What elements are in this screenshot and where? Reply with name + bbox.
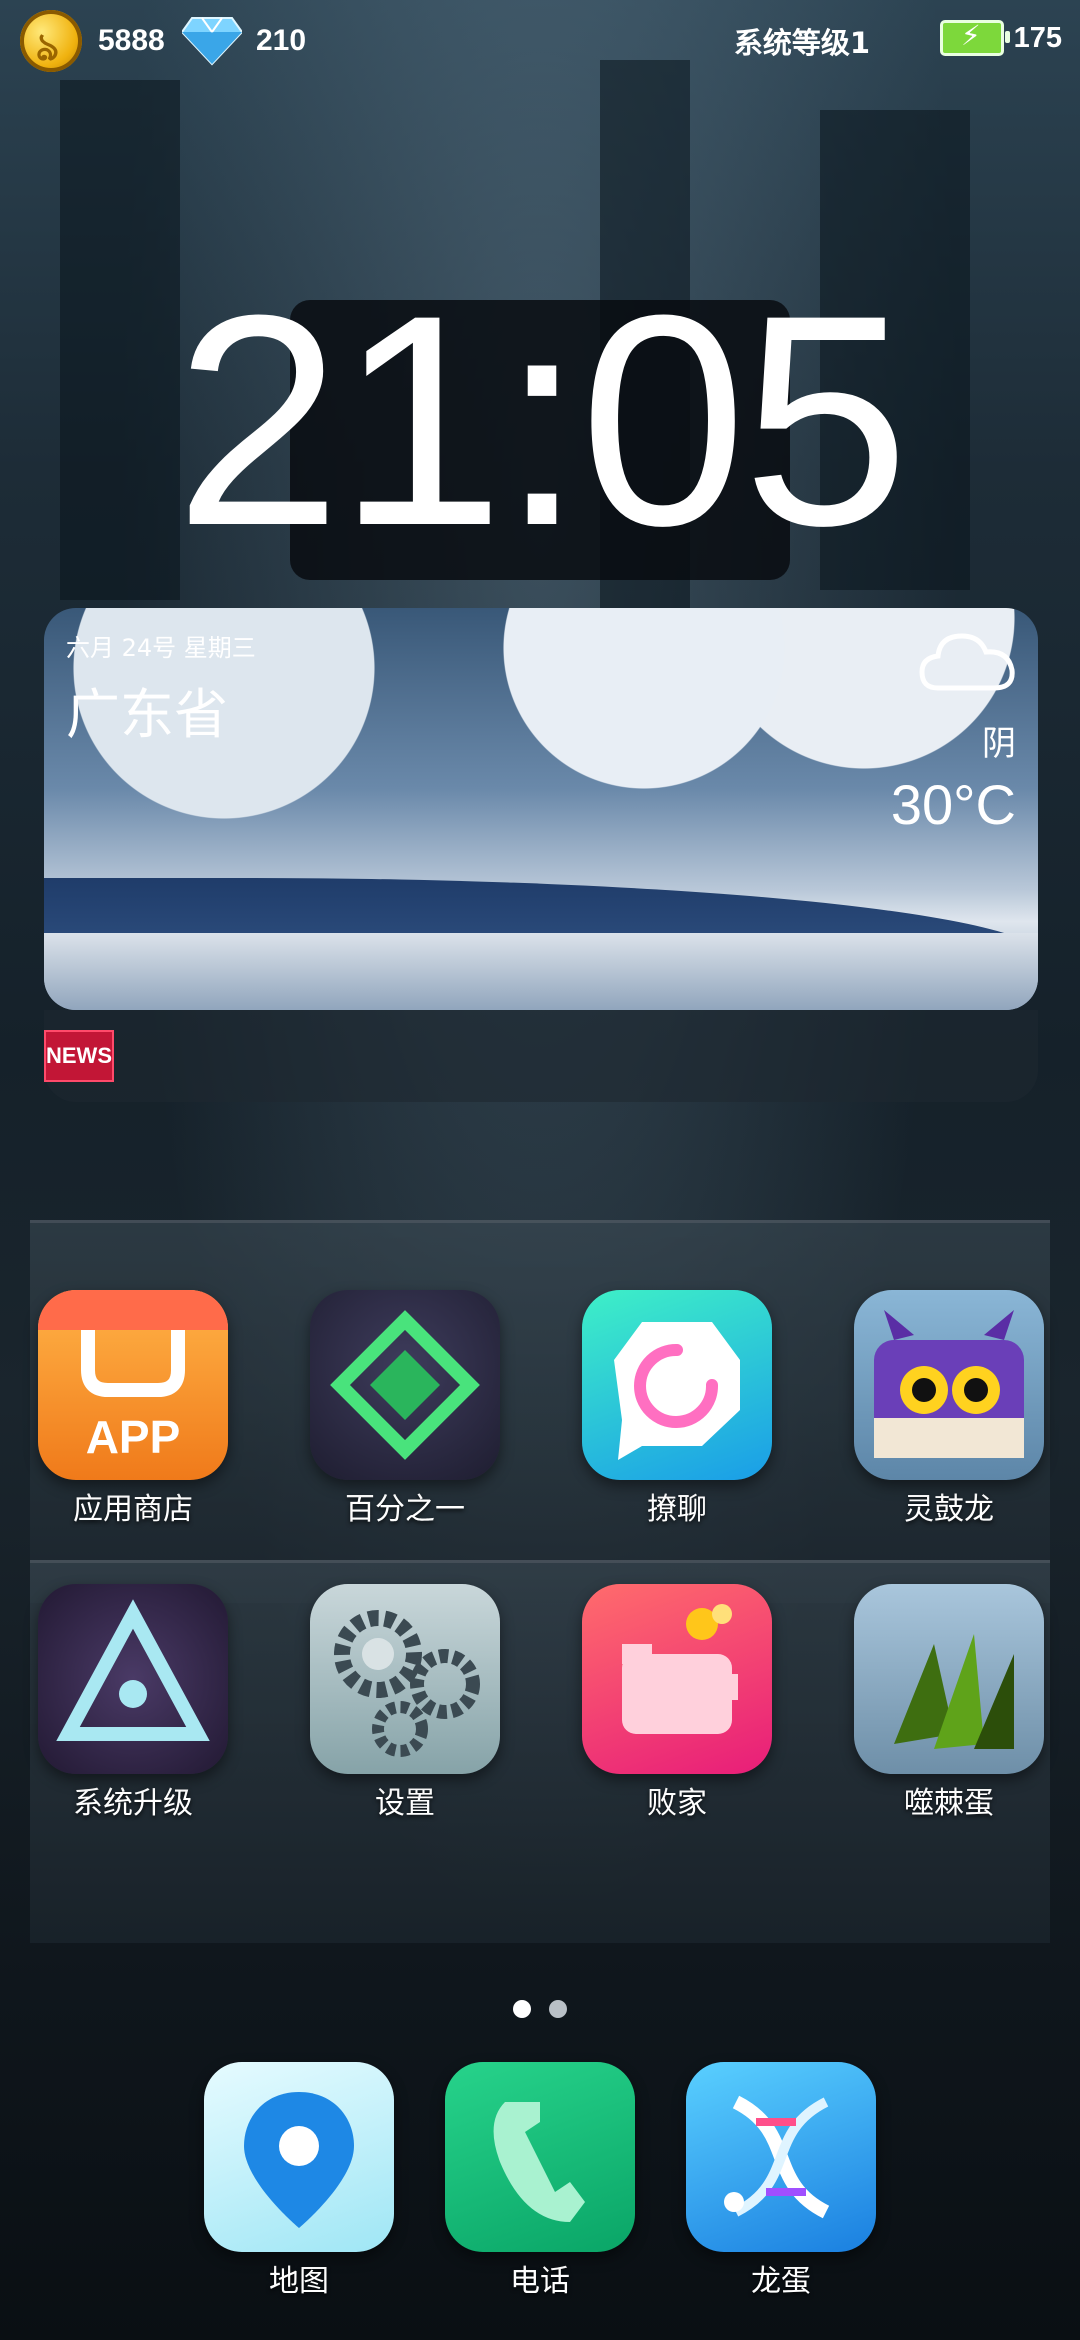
page-dot[interactable] xyxy=(548,2000,567,2018)
dock-app-map[interactable]: 地图 xyxy=(204,2062,394,2300)
page-dot-active[interactable] xyxy=(513,2000,532,2018)
app-label: 撩聊 xyxy=(647,1492,707,1527)
dock-app-dragon-egg[interactable]: 龙蛋 xyxy=(686,2062,876,2300)
dna-icon xyxy=(686,2062,876,2252)
coin-icon: ঌ xyxy=(20,10,82,72)
app-store-icon: APP xyxy=(38,1290,228,1480)
chat-icon xyxy=(582,1290,772,1480)
app-settings[interactable]: 设置 xyxy=(310,1584,500,1822)
app-store-text: APP xyxy=(85,1411,181,1463)
battery-icon: ⚡ xyxy=(940,19,1010,56)
system-upgrade-icon xyxy=(38,1584,228,1774)
app-label: 败家 xyxy=(647,1786,707,1821)
piggy-bank-icon xyxy=(582,1584,772,1774)
weather-date: 六月 24号 星期三 xyxy=(66,634,256,662)
app-app-store[interactable]: APP 应用商店 xyxy=(38,1290,228,1528)
page-indicator xyxy=(0,2000,1080,2022)
percent-one-icon xyxy=(310,1290,500,1480)
news-bar[interactable]: NEWS xyxy=(44,1010,1038,1102)
app-piggy-bank[interactable]: 败家 xyxy=(582,1584,772,1822)
app-dragon[interactable]: 灵鼓龙 xyxy=(854,1290,1044,1528)
dragon-icon xyxy=(854,1290,1044,1480)
dock-app-phone[interactable]: 电话 xyxy=(445,2062,635,2300)
weather-city: 广东省 xyxy=(66,683,228,746)
app-label: 百分之一 xyxy=(345,1492,465,1527)
battery-value: 175 xyxy=(1013,22,1062,54)
gem-count: 210 xyxy=(256,24,307,57)
phone-icon xyxy=(445,2062,635,2252)
app-claw-egg[interactable]: 噬棘蛋 xyxy=(854,1584,1044,1822)
app-label: 系统升级 xyxy=(73,1786,193,1821)
coin-count: 5888 xyxy=(98,24,165,57)
dock-label: 龙蛋 xyxy=(751,2264,811,2299)
app-system-upgrade[interactable]: 系统升级 xyxy=(38,1584,228,1822)
news-badge: NEWS xyxy=(44,1030,114,1082)
weather-condition: 阴 xyxy=(982,724,1016,764)
clock: 21:05 xyxy=(174,252,910,588)
status-bar: ঌ 5888 210 系统等级1 ⚡ 175 xyxy=(0,0,1080,80)
settings-gear-icon xyxy=(310,1584,500,1774)
app-label: 灵鼓龙 xyxy=(904,1492,994,1527)
dock-label: 电话 xyxy=(510,2264,570,2299)
claw-egg-icon xyxy=(854,1584,1044,1774)
system-level-label: 系统等级1 xyxy=(733,26,870,60)
dock-label: 地图 xyxy=(269,2264,329,2299)
weather-widget[interactable]: 六月 24号 星期三 广东省 阴 30°C xyxy=(44,608,1038,1010)
weather-temperature: 30°C xyxy=(890,773,1016,836)
app-label: 应用商店 xyxy=(73,1492,193,1527)
app-label: 设置 xyxy=(375,1786,435,1821)
diamond-icon xyxy=(182,17,242,66)
app-label: 噬棘蛋 xyxy=(904,1786,994,1821)
app-percent-one[interactable]: 百分之一 xyxy=(310,1290,500,1528)
cloud-icon xyxy=(919,633,1015,691)
app-chat[interactable]: 撩聊 xyxy=(582,1290,772,1528)
map-pin-icon xyxy=(204,2062,394,2252)
